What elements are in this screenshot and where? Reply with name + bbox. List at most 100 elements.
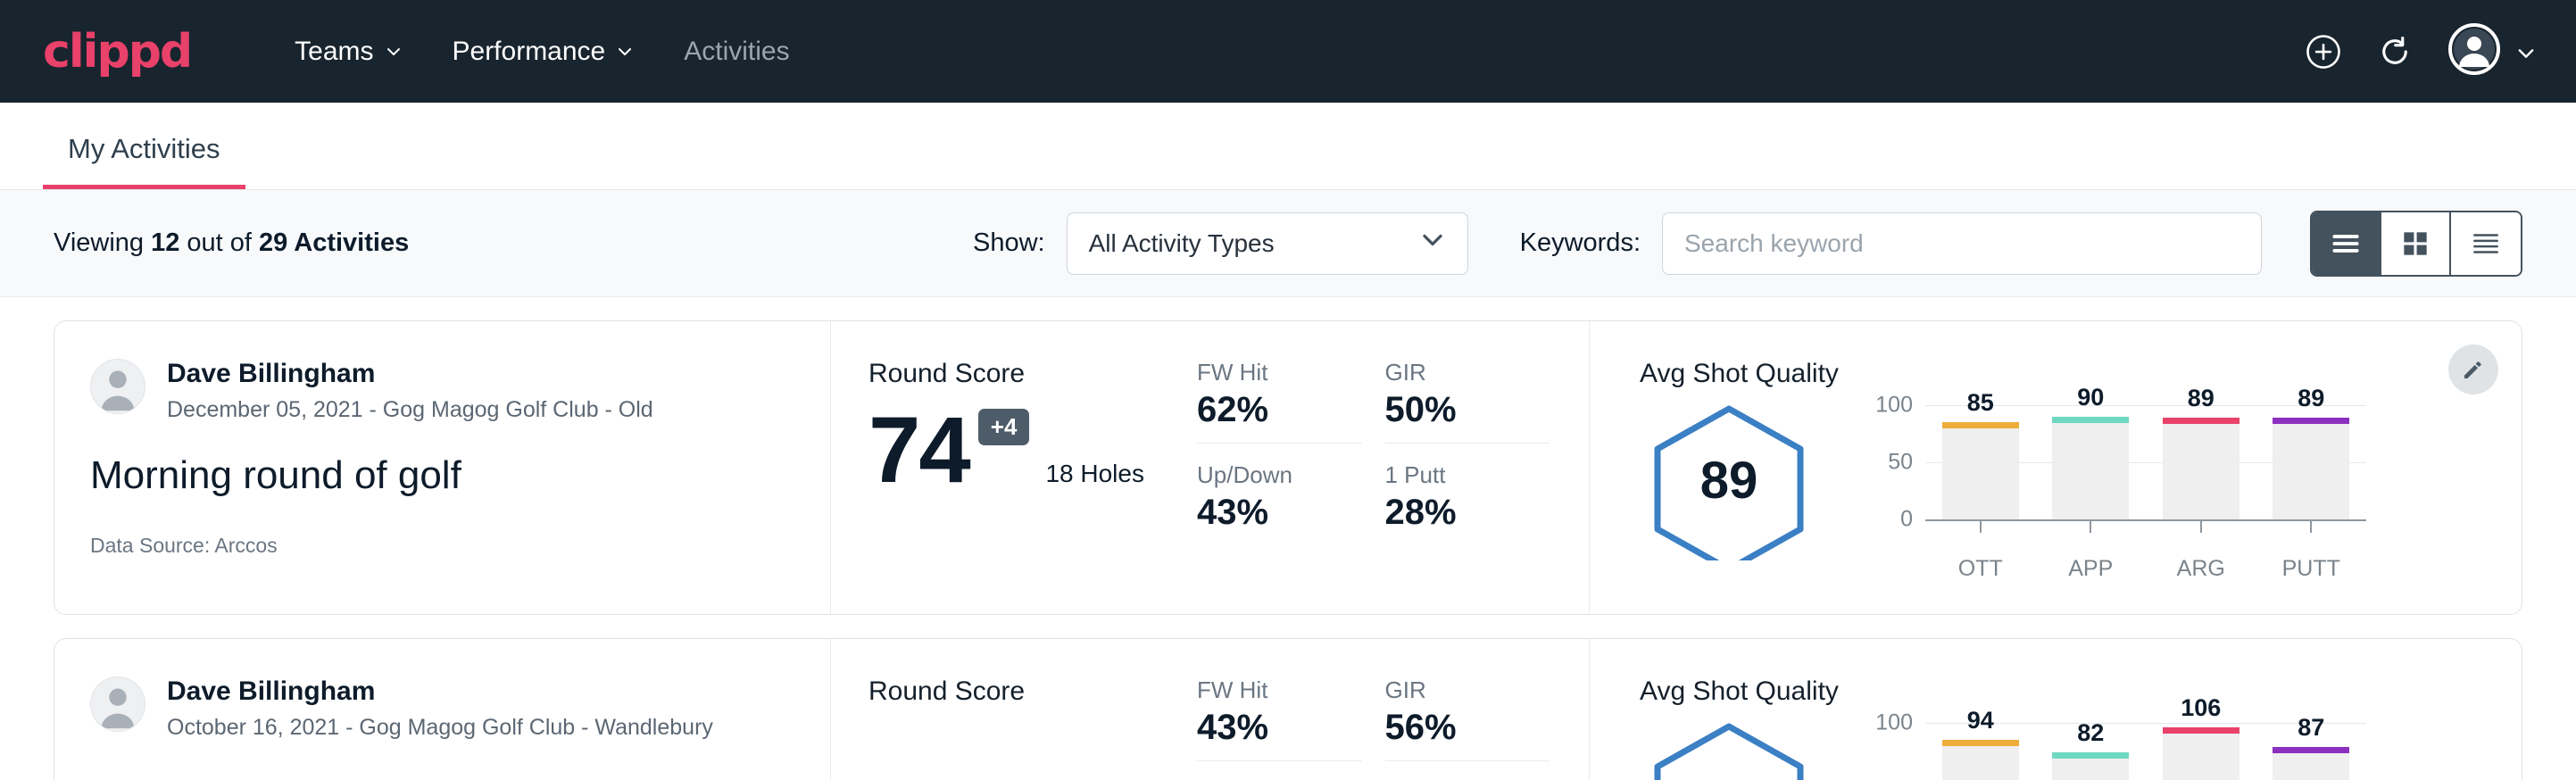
stat-gir-label: GIR [1385, 676, 1550, 704]
user-menu[interactable] [2447, 22, 2533, 80]
activity-author: Dave Billingham December 05, 2021 - Gog … [90, 359, 794, 423]
viewing-total: 29 Activities [259, 228, 409, 257]
bar-cap-arg [2163, 727, 2239, 734]
chart-bar-app: 82 [2052, 723, 2129, 780]
activity-data-source: Data Source: Arccos [90, 534, 794, 558]
tab-my-activities[interactable]: My Activities [43, 133, 245, 189]
search-input[interactable]: Search keyword [1662, 212, 2262, 275]
round-score-block: Round Score 74 +4 18 Holes [831, 321, 1197, 614]
compact-view-button[interactable] [2451, 212, 2521, 275]
chart-bar-arg: 106 [2163, 723, 2239, 780]
bar-cap-arg [2163, 418, 2239, 424]
stat-fw-hit-label: FW Hit [1197, 359, 1362, 386]
activity-type-select[interactable]: All Activity Types [1067, 212, 1468, 275]
avatar-icon [2447, 22, 2501, 80]
ytick-50: 50 [1888, 450, 1913, 476]
activity-stats: FW Hit 43% GIR 56% [1197, 639, 1590, 780]
chevron-down-icon [2515, 43, 2533, 61]
stat-one-putt-value: 28% [1385, 493, 1550, 545]
refresh-icon[interactable] [2376, 33, 2414, 71]
bar-cap-app [2052, 417, 2129, 423]
activity-info: Dave Billingham December 05, 2021 - Gog … [54, 321, 831, 614]
chart-bars: 85 90 [1925, 405, 2366, 519]
nav-item-activities[interactable]: Activities [659, 37, 814, 67]
tab-my-activities-label: My Activities [68, 133, 220, 164]
xtick [2163, 521, 2239, 533]
bar-value-ott: 85 [1942, 389, 2019, 417]
activity-meta: December 05, 2021 - Gog Magog Golf Club … [167, 397, 653, 423]
bar-value-arg: 106 [2163, 694, 2239, 722]
round-score-value: 74 [868, 403, 969, 497]
navbar-actions [2305, 22, 2533, 80]
activity-card[interactable]: Dave Billingham December 05, 2021 - Gog … [54, 320, 2522, 615]
activity-list: Dave Billingham December 05, 2021 - Gog … [0, 297, 2576, 780]
chart-bar-putt: 89 [2273, 405, 2349, 519]
activity-title: Morning round of golf [90, 453, 794, 498]
activity-card[interactable]: Dave Billingham October 16, 2021 - Gog M… [54, 638, 2522, 780]
avg-shot-quality-body: 100 94 [1640, 712, 2522, 780]
stat-gir-value: 50% [1385, 390, 1550, 443]
top-navbar: clippd Teams Performance Activities [0, 0, 2576, 103]
tab-bar: My Activities [0, 103, 2576, 190]
nav-item-performance[interactable]: Performance [428, 37, 660, 67]
show-label: Show: [973, 228, 1045, 258]
chart-x-ticks [1925, 521, 2366, 533]
viewing-summary: Viewing 12 out of 29 Activities [54, 228, 409, 258]
filter-bar: Viewing 12 out of 29 Activities Show: Al… [0, 190, 2576, 297]
score-to-par-badge: +4 [978, 409, 1030, 445]
nav-item-performance-label: Performance [453, 37, 606, 67]
shot-quality-hexagon: 89 [1640, 400, 1818, 560]
clippd-logo[interactable]: clippd [43, 25, 191, 79]
ytick-100: 100 [1875, 710, 1913, 736]
edit-activity-button[interactable] [2448, 344, 2498, 394]
nav-item-teams[interactable]: Teams [270, 37, 427, 67]
bar-value-ott: 94 [1942, 707, 2019, 734]
bar-value-app: 82 [2052, 719, 2129, 747]
chart-x-labels: OTT APP ARG PUTT [1925, 556, 2366, 582]
bar-cap-ott [1942, 422, 2019, 428]
shot-quality-chart: 100 50 0 85 [1866, 405, 2366, 584]
activity-author: Dave Billingham October 16, 2021 - Gog M… [90, 676, 794, 741]
avatar [90, 676, 145, 732]
bar-cap-putt [2273, 418, 2349, 424]
avg-shot-quality-block: Avg Shot Quality 100 [1590, 639, 2522, 780]
bar-cap-app [2052, 752, 2129, 759]
bar-value-putt: 87 [2273, 714, 2349, 742]
bar-cap-putt [2273, 747, 2349, 753]
holes-label: 18 Holes [1045, 460, 1144, 488]
ytick-0: 0 [1900, 507, 1913, 533]
primary-nav: Teams Performance Activities [270, 37, 814, 67]
stat-gir-label: GIR [1385, 359, 1550, 386]
round-score-block: Round Score [831, 639, 1197, 780]
view-toggle-group [2310, 211, 2522, 277]
stat-up-down-label: Up/Down [1197, 461, 1362, 489]
stat-gir: GIR 50% [1385, 359, 1550, 444]
nav-item-teams-label: Teams [295, 37, 373, 67]
xtick [2052, 521, 2129, 533]
avg-shot-quality-label: Avg Shot Quality [1640, 676, 2522, 707]
stat-one-putt: 1 Putt 28% [1385, 461, 1550, 545]
bar-value-arg: 89 [2163, 385, 2239, 412]
list-view-button[interactable] [2312, 212, 2381, 275]
bar-cap-ott [1942, 740, 2019, 746]
chart-plot-area: 100 94 [1925, 723, 2366, 780]
chevron-down-icon [1419, 227, 1446, 260]
stat-fw-hit-value: 62% [1197, 390, 1362, 443]
chart-bar-putt: 87 [2273, 723, 2349, 780]
stat-fw-hit: FW Hit 43% [1197, 676, 1362, 761]
round-score-row: 74 +4 18 Holes [868, 403, 1197, 497]
shot-quality-value: 89 [1640, 400, 1818, 560]
chart-bar-arg: 89 [2163, 405, 2239, 519]
xlabel-putt: PUTT [2273, 556, 2349, 582]
chart-bar-app: 90 [2052, 405, 2129, 519]
chart-bar-ott: 94 [1942, 723, 2019, 780]
stat-up-down-value: 43% [1197, 493, 1362, 545]
add-circle-icon[interactable] [2305, 33, 2342, 71]
stat-gir: GIR 56% [1385, 676, 1550, 761]
grid-view-button[interactable] [2381, 212, 2451, 275]
activity-meta: October 16, 2021 - Gog Magog Golf Club -… [167, 715, 713, 741]
shot-quality-chart: 100 94 [1866, 723, 2366, 780]
avatar [90, 359, 145, 414]
round-score-label: Round Score [868, 676, 1197, 707]
stat-one-putt-label: 1 Putt [1385, 461, 1550, 489]
